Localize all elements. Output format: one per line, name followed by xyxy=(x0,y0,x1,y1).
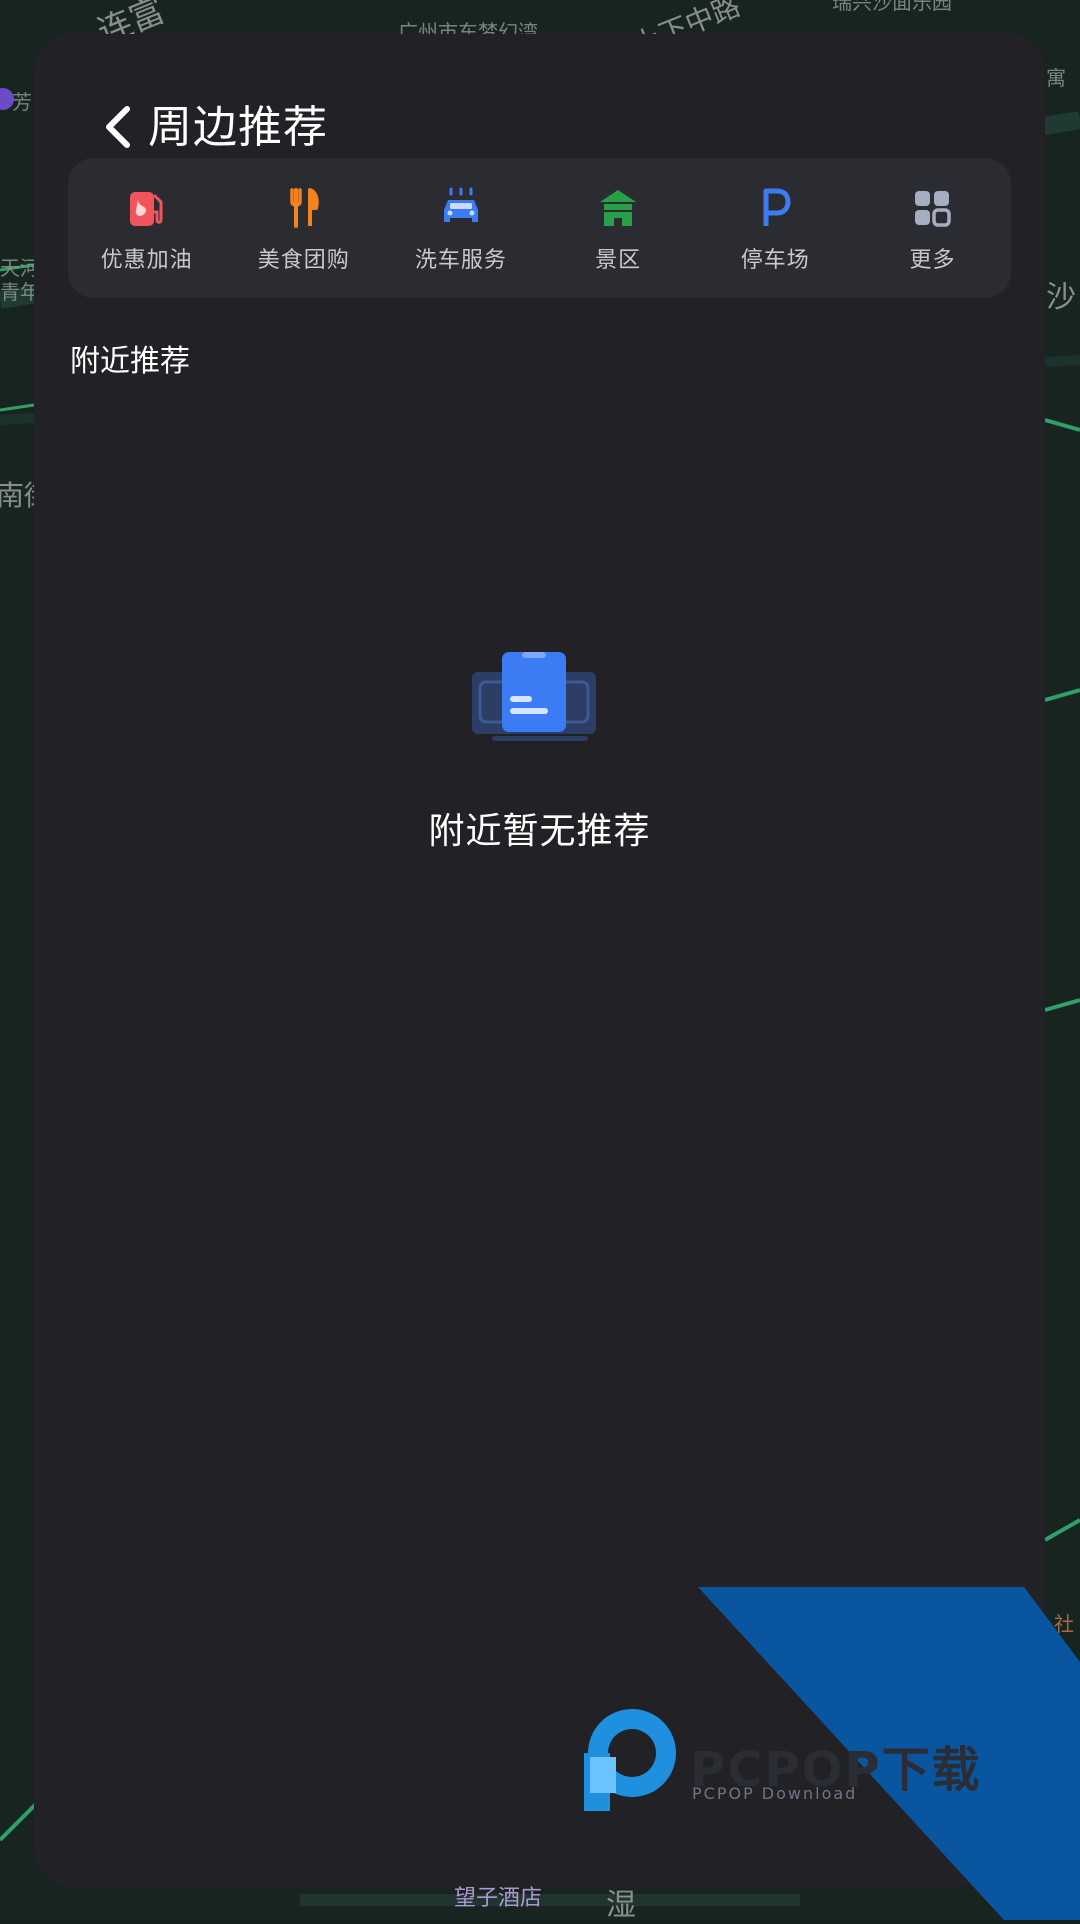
nearby-recommendation-panel: 周边推荐 优惠加油 美食团购 洗车服务 景区 停车场 更多 附近推荐 附近暂无推… xyxy=(34,34,1045,1886)
fuel-pump-icon xyxy=(129,192,163,226)
category-scenic-spot[interactable]: 景区 xyxy=(540,158,697,298)
category-more[interactable]: 更多 xyxy=(854,158,1011,298)
category-food-groupbuy[interactable]: 美食团购 xyxy=(225,158,382,298)
fork-knife-icon xyxy=(290,188,319,228)
map-label: 芳 xyxy=(12,90,32,114)
category-parking[interactable]: 停车场 xyxy=(697,158,854,298)
page-title: 周边推荐 xyxy=(148,102,328,153)
category-bar: 优惠加油 美食团购 洗车服务 景区 停车场 更多 xyxy=(68,158,1011,298)
map-label: 沙 xyxy=(1046,280,1076,315)
empty-state-message: 附近暂无推荐 xyxy=(428,811,651,852)
grid-icon xyxy=(915,191,952,227)
map-label: 湿 xyxy=(606,1888,636,1923)
chevron-left-icon xyxy=(106,106,130,148)
panel-header: 周边推荐 xyxy=(34,34,1045,164)
pavilion-icon xyxy=(600,190,637,226)
parking-icon xyxy=(763,188,791,226)
section-title: 附近推荐 xyxy=(70,344,190,379)
category-fuel-discount[interactable]: 优惠加油 xyxy=(68,158,225,298)
category-label: 美食团购 xyxy=(257,248,350,273)
category-label: 停车场 xyxy=(740,248,810,273)
category-label: 优惠加油 xyxy=(100,248,193,273)
back-button[interactable] xyxy=(84,92,154,162)
empty-document-icon xyxy=(472,652,596,741)
category-label: 洗车服务 xyxy=(414,248,507,273)
category-label: 景区 xyxy=(595,248,642,273)
map-label: 瑞兴沙面乐园 xyxy=(832,0,952,14)
category-label: 更多 xyxy=(909,248,956,273)
map-label: 寓 xyxy=(1046,66,1066,90)
car-wash-icon xyxy=(443,187,478,222)
map-label: 社 xyxy=(1054,1612,1074,1636)
category-car-wash[interactable]: 洗车服务 xyxy=(382,158,539,298)
